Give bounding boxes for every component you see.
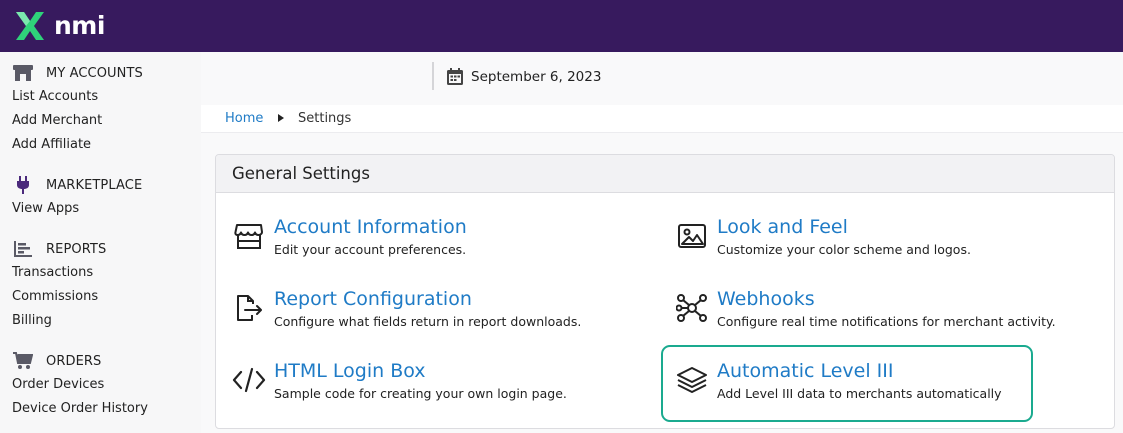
settings-item-title[interactable]: Account Information (274, 215, 467, 239)
sidebar-item-add-merchant[interactable]: Add Merchant (12, 112, 102, 130)
sidebar-item-add-affiliate[interactable]: Add Affiliate (12, 136, 91, 154)
breadcrumb: Home Settings (201, 105, 1123, 133)
sidebar-item-device-order-history[interactable]: Device Order History (12, 400, 148, 418)
date-divider (432, 62, 434, 90)
settings-item-title[interactable]: Report Configuration (274, 287, 472, 311)
logo-text: nmi (54, 11, 105, 40)
sidebar: MY ACCOUNTS List Accounts Add Merchant A… (0, 52, 201, 433)
sidebar-section-my-accounts: MY ACCOUNTS (12, 63, 143, 83)
sidebar-item-commissions[interactable]: Commissions (12, 288, 98, 306)
sidebar-item-transactions[interactable]: Transactions (12, 264, 93, 282)
nmi-logo-mark-icon (16, 12, 44, 40)
general-settings-panel: General Settings Account Information Edi… (215, 154, 1115, 429)
sidebar-item-billing[interactable]: Billing (12, 312, 52, 330)
settings-item-description: Customize your color scheme and logos. (717, 242, 971, 257)
settings-item-description: Configure real time notifications for me… (717, 314, 1056, 329)
main-content: September 6, 2023 Home Settings General … (201, 52, 1123, 433)
sidebar-item-view-apps[interactable]: View Apps (12, 200, 79, 218)
panel-header: General Settings (216, 155, 1114, 193)
sidebar-item-order-devices[interactable]: Order Devices (12, 376, 104, 394)
store-icon (12, 64, 34, 82)
sidebar-section-orders: ORDERS (12, 351, 101, 371)
store-icon (232, 219, 266, 253)
sidebar-section-label: MY ACCOUNTS (46, 65, 143, 81)
settings-item-title[interactable]: Look and Feel (717, 215, 848, 239)
settings-item-title[interactable]: Webhooks (717, 287, 815, 311)
sidebar-section-label: MARKETPLACE (46, 177, 143, 193)
sidebar-section-label: ORDERS (46, 353, 102, 369)
code-icon (232, 363, 266, 397)
sidebar-section-reports: REPORTS (12, 239, 106, 259)
current-date: September 6, 2023 (471, 69, 602, 85)
breadcrumb-home[interactable]: Home (225, 110, 263, 128)
breadcrumb-current: Settings (298, 111, 352, 126)
breadcrumb-separator-icon (278, 114, 284, 122)
image-icon (675, 219, 709, 253)
settings-item-description: Edit your account preferences. (274, 242, 467, 257)
top-bar: nmi (0, 0, 1123, 52)
highlight-outline (661, 345, 1033, 422)
nmi-logo[interactable]: nmi (12, 9, 105, 43)
calendar-icon (447, 68, 463, 89)
panel-title: General Settings (232, 164, 370, 183)
plug-icon (12, 176, 34, 194)
file-export-icon (232, 291, 266, 325)
bar-chart-icon (12, 240, 34, 258)
settings-item-description: Configure what fields return in report d… (274, 314, 582, 329)
sidebar-section-label: REPORTS (46, 241, 107, 257)
cart-icon (12, 352, 34, 370)
settings-item-title[interactable]: HTML Login Box (274, 359, 426, 383)
sidebar-item-list-accounts[interactable]: List Accounts (12, 88, 98, 106)
settings-item-description: Sample code for creating your own login … (274, 386, 567, 401)
date-bar: September 6, 2023 (201, 52, 1123, 102)
sidebar-section-marketplace: MARKETPLACE (12, 175, 142, 195)
network-icon (675, 291, 709, 325)
